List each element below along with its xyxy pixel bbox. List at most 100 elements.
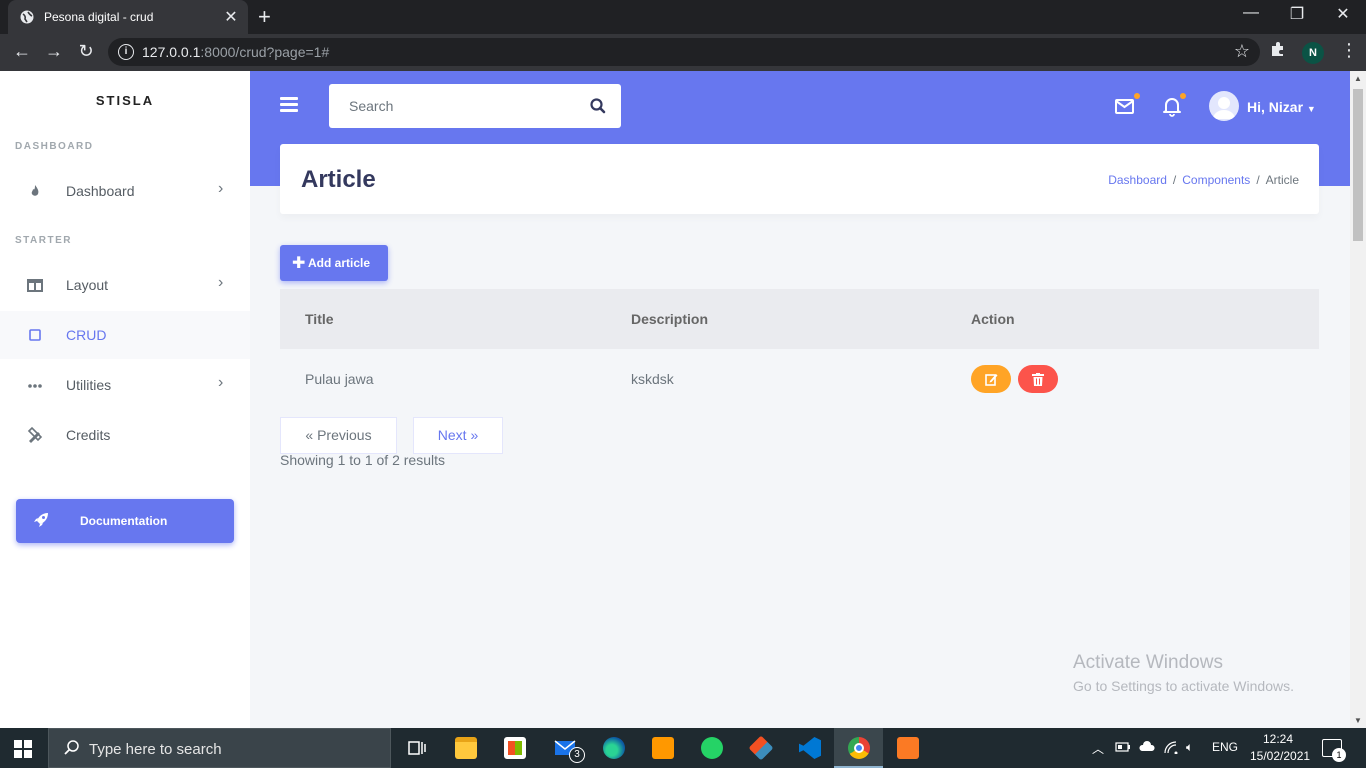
sidebar-item-layout[interactable]: Layout › bbox=[0, 261, 250, 309]
scroll-thumb[interactable] bbox=[1353, 89, 1363, 241]
forward-icon[interactable]: → bbox=[42, 41, 66, 62]
pagination-summary: Showing 1 to 1 of 2 results bbox=[280, 452, 445, 468]
wifi-icon[interactable] bbox=[1163, 740, 1179, 754]
sidebar-item-credits[interactable]: Credits bbox=[0, 411, 250, 459]
brand-logo[interactable]: STISLA bbox=[0, 93, 250, 108]
new-tab-button[interactable]: + bbox=[258, 4, 271, 30]
edit-button[interactable] bbox=[971, 365, 1011, 393]
column-header-title: Title bbox=[305, 311, 334, 327]
bookmark-star-icon[interactable]: ☆ bbox=[1234, 41, 1250, 62]
cell-description: kskdsk bbox=[631, 371, 674, 387]
add-article-label: Add article bbox=[308, 256, 371, 270]
chevron-up-icon[interactable]: ︿ bbox=[1092, 740, 1104, 757]
bell-icon[interactable] bbox=[1161, 95, 1183, 117]
pagination-next-button[interactable]: Next » bbox=[413, 417, 503, 454]
sidebar-item-dashboard[interactable]: Dashboard › bbox=[0, 167, 250, 215]
notification-indicator-dot bbox=[1180, 93, 1186, 99]
back-icon[interactable]: ← bbox=[10, 41, 34, 62]
info-icon[interactable]: i bbox=[118, 44, 134, 60]
taskbar-search-box[interactable]: Type here to search bbox=[48, 728, 391, 768]
browser-menu-icon[interactable]: ⋮ bbox=[1340, 40, 1358, 61]
add-article-button[interactable]: ✚ Add article bbox=[280, 245, 388, 281]
search-icon bbox=[64, 740, 79, 755]
xampp-button[interactable] bbox=[883, 728, 932, 768]
search-input[interactable] bbox=[329, 84, 579, 128]
chrome-icon bbox=[848, 737, 870, 759]
extensions-puzzle-icon[interactable] bbox=[1270, 41, 1286, 57]
breadcrumb-dashboard[interactable]: Dashboard bbox=[1108, 173, 1167, 187]
chrome-center bbox=[854, 743, 864, 753]
git-button[interactable] bbox=[736, 728, 785, 768]
mail-button[interactable]: 3 bbox=[540, 728, 589, 768]
rocket-icon bbox=[34, 513, 48, 527]
breadcrumb-separator: / bbox=[1256, 173, 1260, 187]
close-tab-icon[interactable]: ✕ bbox=[222, 7, 240, 27]
close-window-button[interactable]: ✕ bbox=[1320, 4, 1366, 24]
column-header-description: Description bbox=[631, 311, 709, 327]
breadcrumb-separator: / bbox=[1172, 173, 1177, 187]
taskbar-search-text: Type here to search bbox=[89, 741, 222, 758]
windows-taskbar: Type here to search 3 ︿ 🔈︎ ENG 12:24 15/… bbox=[0, 728, 1366, 768]
sidebar-item-label: Dashboard bbox=[66, 183, 135, 199]
clock[interactable]: 12:24 15/02/2021 bbox=[1250, 731, 1310, 765]
edit-icon bbox=[985, 374, 998, 386]
windows-start-icon[interactable] bbox=[14, 740, 32, 758]
watermark-line1: Activate Windows bbox=[1073, 652, 1223, 673]
search-icon[interactable] bbox=[589, 97, 607, 115]
documentation-button[interactable]: Documentation bbox=[16, 499, 234, 543]
envelope-icon[interactable] bbox=[1114, 95, 1136, 117]
battery-icon[interactable] bbox=[1115, 740, 1131, 754]
caret-down-icon: ▼ bbox=[1306, 104, 1316, 114]
cell-title: Pulau jawa bbox=[305, 371, 374, 387]
page-viewport: STISLA DASHBOARD Dashboard › STARTER Lay… bbox=[0, 71, 1366, 728]
restore-button[interactable]: ❐ bbox=[1274, 4, 1320, 24]
chrome-button[interactable] bbox=[834, 728, 883, 768]
hamburger-menu-icon[interactable] bbox=[280, 97, 298, 115]
clock-time: 12:24 bbox=[1262, 732, 1294, 746]
file-explorer-button[interactable] bbox=[441, 728, 490, 768]
sidebar-item-utilities[interactable]: Utilities › bbox=[0, 361, 250, 409]
sidebar-item-crud[interactable]: CRUD bbox=[0, 311, 250, 359]
trash-icon bbox=[1032, 373, 1044, 386]
breadcrumb-components[interactable]: Components bbox=[1182, 173, 1250, 187]
minimize-button[interactable]: — bbox=[1228, 4, 1274, 22]
onedrive-cloud-icon[interactable] bbox=[1139, 740, 1155, 754]
column-header-action: Action bbox=[971, 311, 1015, 327]
reload-icon[interactable]: ↻ bbox=[74, 41, 98, 62]
sublime-text-button[interactable] bbox=[638, 728, 687, 768]
edge-button[interactable] bbox=[589, 728, 638, 768]
tab-title: Pesona digital - crud bbox=[44, 10, 154, 24]
chevron-right-icon: › bbox=[218, 274, 224, 291]
notification-count-badge: 1 bbox=[1332, 748, 1346, 762]
whatsapp-button[interactable] bbox=[687, 728, 736, 768]
speaker-icon[interactable]: 🔈︎ bbox=[1186, 740, 1193, 755]
url-text[interactable]: 127.0.0.1:8000/crud?page=1# bbox=[142, 44, 329, 60]
sidebar-item-label: Layout bbox=[66, 277, 109, 293]
store-logo bbox=[508, 741, 522, 755]
sidebar-item-label: Utilities bbox=[66, 377, 112, 393]
folder-icon bbox=[455, 737, 477, 759]
sidebar-item-label: Credits bbox=[66, 427, 111, 443]
page-scrollbar[interactable]: ▲ ▼ bbox=[1350, 71, 1366, 728]
url-path: :8000/crud?page=1# bbox=[200, 44, 330, 60]
chevron-right-icon: › bbox=[218, 180, 224, 197]
plus-icon: ✚ bbox=[292, 255, 306, 272]
browser-tab[interactable]: Pesona digital - crud ✕ bbox=[8, 0, 248, 34]
user-greeting-text: Hi, Nizar bbox=[1247, 99, 1304, 115]
pagination-previous-button[interactable]: « Previous bbox=[280, 417, 397, 454]
delete-button[interactable] bbox=[1018, 365, 1058, 393]
globe-icon bbox=[20, 10, 34, 24]
task-view-button[interactable] bbox=[392, 728, 441, 768]
fire-icon bbox=[31, 185, 39, 196]
scroll-down-arrow-icon[interactable]: ▼ bbox=[1354, 716, 1362, 725]
address-bar[interactable]: i 127.0.0.1:8000/crud?page=1# ☆ bbox=[108, 38, 1260, 66]
vscode-button[interactable] bbox=[785, 728, 834, 768]
store-button[interactable] bbox=[490, 728, 539, 768]
scroll-up-arrow-icon[interactable]: ▲ bbox=[1354, 74, 1362, 83]
task-view-icon bbox=[408, 741, 426, 755]
profile-avatar[interactable]: N bbox=[1302, 42, 1324, 64]
square-icon bbox=[29, 329, 41, 341]
language-indicator[interactable]: ENG bbox=[1212, 740, 1238, 754]
page-title: Article bbox=[301, 166, 376, 193]
whatsapp-icon bbox=[701, 737, 723, 759]
